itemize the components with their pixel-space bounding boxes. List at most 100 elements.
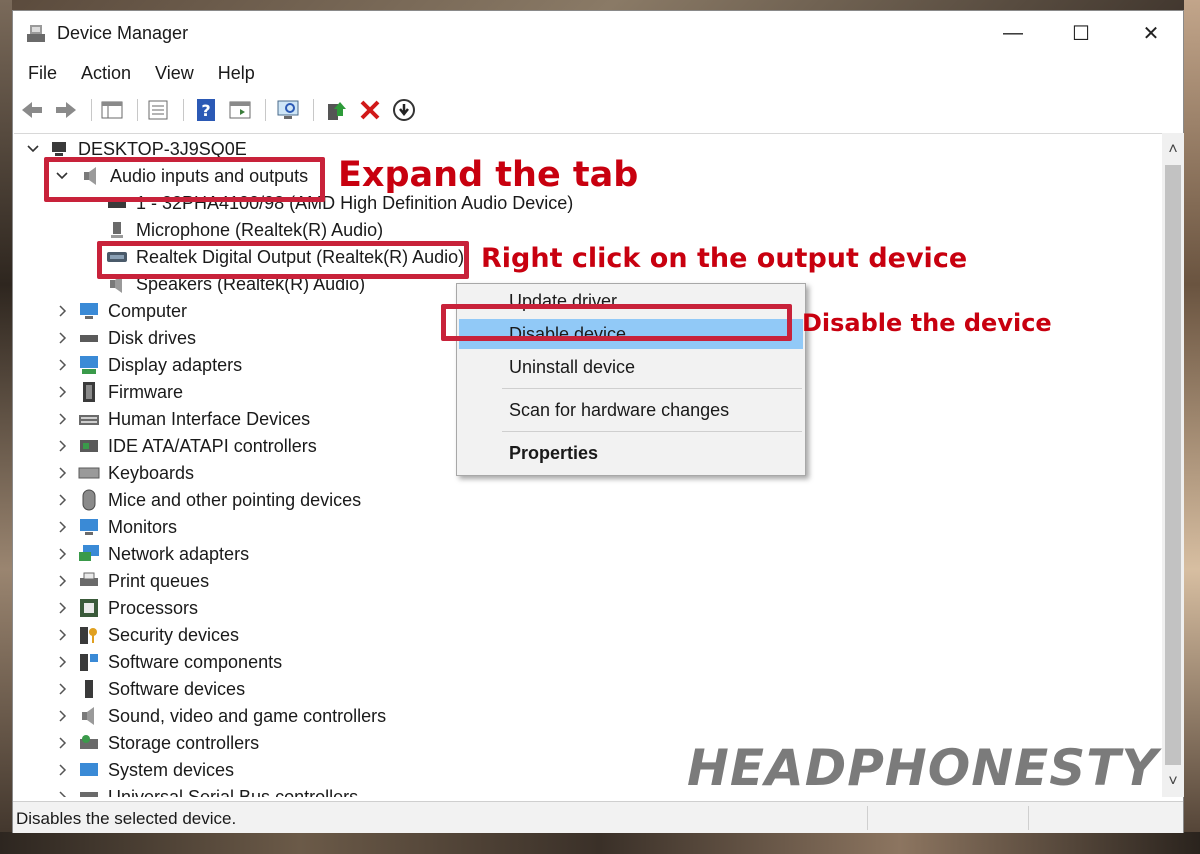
close-button[interactable]: ✕ bbox=[1117, 11, 1185, 55]
software-component-icon bbox=[78, 651, 100, 673]
vertical-scrollbar[interactable]: ˄ ˅ bbox=[1162, 133, 1184, 797]
storage-controller-icon bbox=[78, 732, 100, 754]
menu-separator bbox=[502, 431, 802, 432]
tree-item-firmware[interactable]: Firmware bbox=[50, 379, 183, 405]
keyboard-icon bbox=[78, 462, 100, 484]
tree-item-monitors[interactable]: Monitors bbox=[50, 514, 177, 540]
chevron-right-icon[interactable] bbox=[56, 709, 70, 723]
tree-item-label: Software components bbox=[108, 651, 283, 672]
maximize-button[interactable]: ☐ bbox=[1047, 11, 1115, 55]
help-icon[interactable]: ? bbox=[193, 97, 219, 123]
tree-item-display-adapters[interactable]: Display adapters bbox=[50, 352, 242, 378]
tree-item-computer[interactable]: Computer bbox=[50, 298, 187, 324]
scroll-up-icon[interactable]: ˄ bbox=[1162, 141, 1184, 159]
chevron-right-icon[interactable] bbox=[56, 304, 70, 318]
tree-item-system-devices[interactable]: System devices bbox=[50, 757, 234, 783]
chevron-right-icon[interactable] bbox=[56, 385, 70, 399]
tree-item-disk-drives[interactable]: Disk drives bbox=[50, 325, 196, 351]
menu-item-scan-hardware[interactable]: Scan for hardware changes bbox=[459, 395, 803, 425]
chevron-right-icon[interactable] bbox=[56, 520, 70, 534]
chevron-right-icon[interactable] bbox=[56, 682, 70, 696]
tree-item-sound-video-game[interactable]: Sound, video and game controllers bbox=[50, 703, 386, 729]
tree-item-label: Firmware bbox=[108, 381, 183, 402]
chevron-right-icon[interactable] bbox=[56, 790, 70, 797]
menu-item-uninstall-device[interactable]: Uninstall device bbox=[459, 352, 803, 382]
tree-item-storage-controllers[interactable]: Storage controllers bbox=[50, 730, 259, 756]
tree-item-label: Network adapters bbox=[108, 543, 250, 564]
chevron-down-icon[interactable] bbox=[26, 142, 40, 156]
menu-file[interactable]: File bbox=[13, 59, 66, 89]
uninstall-x-icon[interactable] bbox=[357, 97, 383, 123]
chevron-right-icon[interactable] bbox=[56, 601, 70, 615]
tree-item-processors[interactable]: Processors bbox=[50, 595, 198, 621]
tree-item-microphone[interactable]: Microphone (Realtek(R) Audio) bbox=[106, 217, 383, 243]
toolbar-separator bbox=[183, 99, 184, 121]
chevron-right-icon[interactable] bbox=[56, 628, 70, 642]
chevron-right-icon[interactable] bbox=[56, 736, 70, 750]
chevron-right-icon[interactable] bbox=[56, 547, 70, 561]
annotation-box-audio-group bbox=[44, 157, 325, 202]
tree-item-print-queues[interactable]: Print queues bbox=[50, 568, 209, 594]
chevron-right-icon[interactable] bbox=[56, 466, 70, 480]
chevron-right-icon[interactable] bbox=[56, 763, 70, 777]
scroll-down-icon[interactable]: ˅ bbox=[1162, 773, 1184, 791]
action-pane-icon[interactable] bbox=[227, 97, 253, 123]
scroll-thumb[interactable] bbox=[1165, 165, 1181, 765]
toolbar-separator bbox=[91, 99, 92, 121]
tree-item-label: Security devices bbox=[108, 624, 240, 645]
tree-item-software-devices[interactable]: Software devices bbox=[50, 676, 245, 702]
tree-item-usb-controllers[interactable]: Universal Serial Bus controllers bbox=[50, 784, 358, 797]
menu-item-properties[interactable]: Properties bbox=[459, 438, 803, 468]
monitor-scan-icon[interactable] bbox=[275, 97, 301, 123]
chevron-right-icon[interactable] bbox=[56, 331, 70, 345]
tree-item-network-adapters[interactable]: Network adapters bbox=[50, 541, 249, 567]
software-device-icon bbox=[78, 678, 100, 700]
status-bar: Disables the selected device. bbox=[13, 801, 1183, 833]
forward-arrow-icon[interactable] bbox=[53, 97, 79, 123]
menu-help[interactable]: Help bbox=[203, 59, 264, 89]
status-divider bbox=[867, 806, 868, 830]
toolbar: ? bbox=[13, 93, 1183, 127]
usb-icon bbox=[78, 786, 100, 797]
annotation-box-disable-device bbox=[441, 304, 792, 341]
annotation-expand-tab: Expand the tab bbox=[338, 155, 639, 195]
tree-item-security-devices[interactable]: Security devices bbox=[50, 622, 239, 648]
status-divider bbox=[1028, 806, 1029, 830]
ide-controller-icon bbox=[78, 435, 100, 457]
tree-item-label: Universal Serial Bus controllers bbox=[108, 786, 359, 798]
background-bottom bbox=[0, 832, 1200, 854]
chevron-right-icon[interactable] bbox=[56, 439, 70, 453]
tree-item-keyboards[interactable]: Keyboards bbox=[50, 460, 194, 486]
tree-item-mice[interactable]: Mice and other pointing devices bbox=[50, 487, 361, 513]
disable-download-icon[interactable] bbox=[391, 97, 417, 123]
tree-item-label: Keyboards bbox=[108, 462, 195, 483]
chevron-right-icon[interactable] bbox=[56, 358, 70, 372]
menu-view[interactable]: View bbox=[140, 59, 203, 89]
back-arrow-icon[interactable] bbox=[19, 97, 45, 123]
network-adapter-icon bbox=[78, 543, 100, 565]
toolbar-separator bbox=[313, 99, 314, 121]
properties-grid-icon[interactable] bbox=[99, 97, 125, 123]
menu-action[interactable]: Action bbox=[66, 59, 140, 89]
microphone-icon bbox=[106, 219, 128, 241]
properties-sheet-icon[interactable] bbox=[145, 97, 171, 123]
chevron-right-icon[interactable] bbox=[56, 412, 70, 426]
tree-item-hid[interactable]: Human Interface Devices bbox=[50, 406, 310, 432]
chevron-right-icon[interactable] bbox=[56, 655, 70, 669]
chevron-right-icon[interactable] bbox=[56, 493, 70, 507]
chevron-right-icon[interactable] bbox=[56, 574, 70, 588]
minimize-icon: — bbox=[1003, 21, 1023, 44]
tree-item-label: IDE ATA/ATAPI controllers bbox=[108, 435, 317, 456]
tree-item-ide-controllers[interactable]: IDE ATA/ATAPI controllers bbox=[50, 433, 317, 459]
close-icon: ✕ bbox=[1142, 22, 1160, 45]
hid-icon bbox=[78, 408, 100, 430]
tree-item-label: Print queues bbox=[108, 570, 210, 591]
device-manager-window: Device Manager — ☐ ✕ File Action View He… bbox=[12, 10, 1184, 833]
annotation-disable-device: Disable the device bbox=[802, 309, 1052, 337]
tree-item-label: System devices bbox=[108, 759, 235, 780]
tree-item-software-components[interactable]: Software components bbox=[50, 649, 282, 675]
minimize-button[interactable]: — bbox=[979, 11, 1047, 55]
computer-icon bbox=[78, 300, 100, 322]
update-driver-icon[interactable] bbox=[323, 97, 349, 123]
title-bar[interactable]: Device Manager — ☐ ✕ bbox=[13, 11, 1183, 55]
